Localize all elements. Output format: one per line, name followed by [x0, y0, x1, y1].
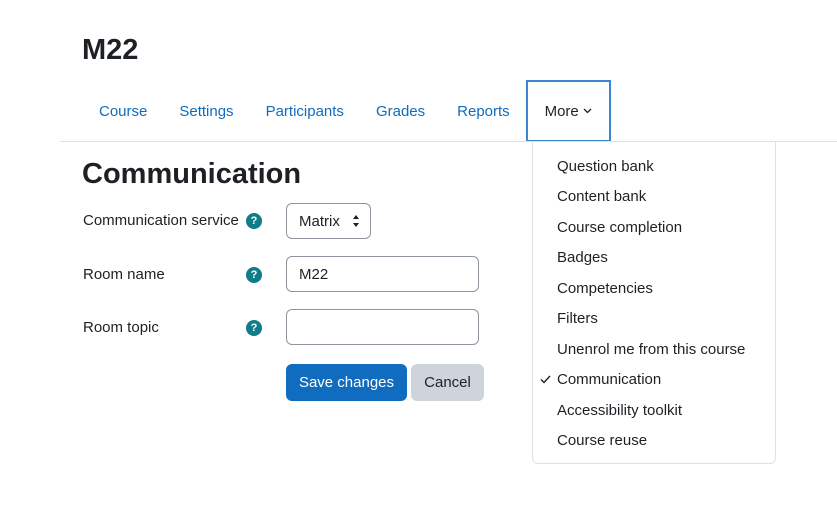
menu-item-content-bank[interactable]: Content bank	[533, 182, 775, 213]
select-value: Matrix	[299, 212, 340, 230]
service-row: Communication service ?	[83, 212, 262, 229]
question-circle-icon[interactable]: ?	[246, 267, 262, 283]
sort-arrows-icon	[352, 214, 360, 230]
menu-item-communication[interactable]: Communication	[533, 365, 775, 396]
more-dropdown-menu: Question bank Content bank Course comple…	[532, 141, 776, 464]
nav-course[interactable]: Course	[83, 80, 163, 142]
nav-more-button[interactable]: More	[525, 80, 611, 142]
menu-item-course-reuse[interactable]: Course reuse	[533, 426, 775, 457]
menu-item-accessibility-toolkit[interactable]: Accessibility toolkit	[533, 395, 775, 426]
question-circle-icon[interactable]: ?	[246, 320, 262, 336]
communication-service-select[interactable]: Matrix	[286, 203, 371, 239]
question-circle-icon[interactable]: ?	[246, 213, 262, 229]
room-topic-input[interactable]	[286, 309, 479, 345]
menu-item-badges[interactable]: Badges	[533, 243, 775, 274]
check-icon	[540, 373, 551, 387]
room-topic-label: Room topic	[83, 319, 159, 336]
service-label: Communication service	[83, 212, 239, 229]
room-topic-row: Room topic ?	[83, 319, 262, 336]
secondary-navigation: Course Settings Participants Grades Repo…	[83, 80, 611, 142]
menu-item-question-bank[interactable]: Question bank	[533, 151, 775, 182]
room-name-label: Room name	[83, 266, 165, 283]
menu-item-competencies[interactable]: Competencies	[533, 273, 775, 304]
menu-item-filters[interactable]: Filters	[533, 304, 775, 335]
save-changes-button[interactable]: Save changes	[286, 364, 407, 401]
nav-settings[interactable]: Settings	[163, 80, 249, 142]
nav-participants[interactable]: Participants	[250, 80, 360, 142]
page-title: Communication	[82, 158, 302, 190]
room-name-input[interactable]: M22	[286, 256, 479, 292]
nav-reports[interactable]: Reports	[441, 80, 526, 142]
menu-item-course-completion[interactable]: Course completion	[533, 212, 775, 243]
menu-item-label: Communication	[557, 371, 662, 389]
nav-more-label: More	[544, 102, 579, 120]
cancel-button[interactable]: Cancel	[411, 364, 484, 401]
room-name-row: Room name ?	[83, 266, 262, 283]
chevron-down-icon	[583, 106, 592, 116]
nav-grades[interactable]: Grades	[360, 80, 441, 142]
course-title: M22	[82, 34, 139, 66]
menu-item-unenrol[interactable]: Unenrol me from this course	[533, 334, 775, 365]
